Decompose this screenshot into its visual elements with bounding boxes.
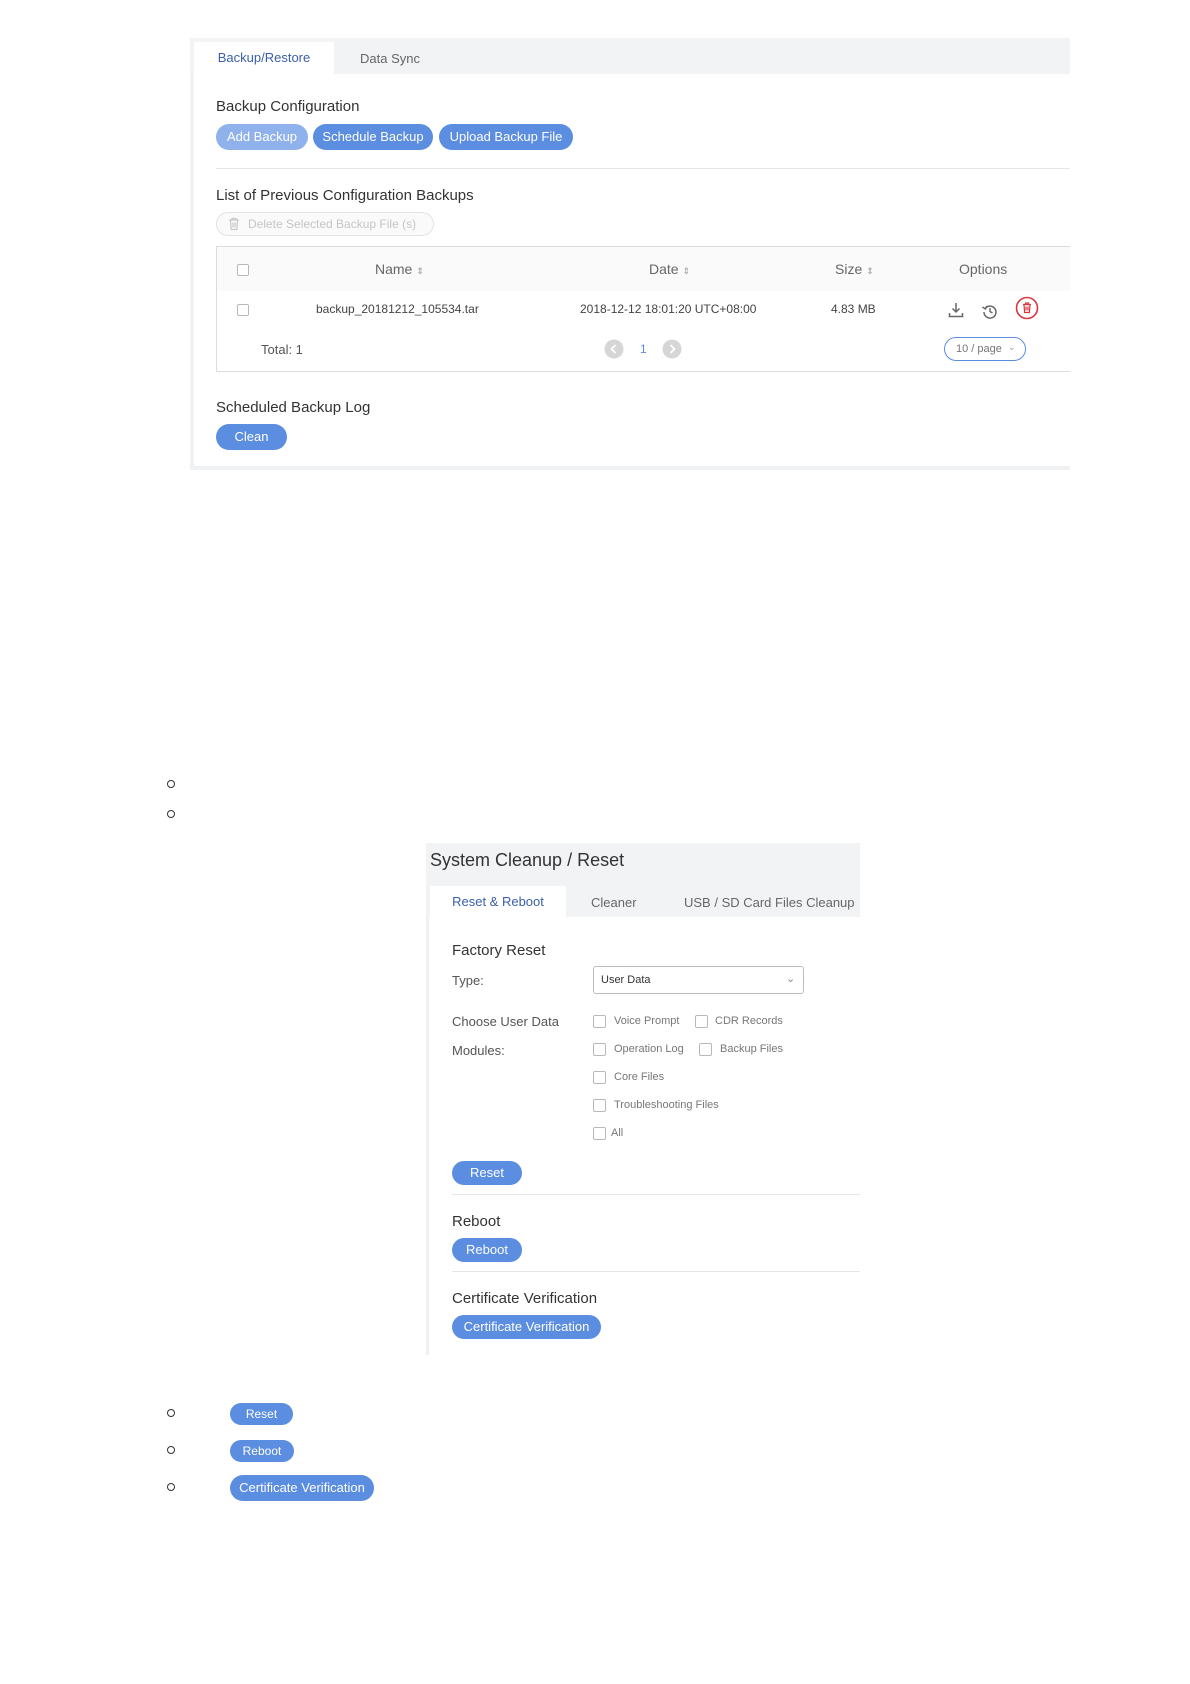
backup-configuration-title: Backup Configuration (216, 98, 360, 115)
upload-backup-file-button[interactable]: Upload Backup File (439, 124, 573, 150)
cdr-records-label: CDR Records (715, 1015, 783, 1027)
tab-usb-sd-cleanup[interactable]: USB / SD Card Files Cleanup (684, 895, 855, 910)
divider (452, 1271, 860, 1272)
list-bullet (167, 780, 175, 788)
scheduled-log-title: Scheduled Backup Log (216, 399, 371, 416)
download-icon[interactable] (947, 301, 965, 324)
tab-backup-restore[interactable]: Backup/Restore (194, 42, 334, 74)
list-bullet (167, 1446, 175, 1454)
type-select-value: User Data (601, 974, 651, 986)
certificate-verification-title: Certificate Verification (452, 1290, 598, 1307)
column-header-name-label: Name (375, 261, 413, 277)
list-bullet (167, 1409, 175, 1417)
tab-data-sync[interactable]: Data Sync (360, 51, 420, 66)
total-count: Total: 1 (261, 342, 303, 357)
troubleshooting-files-label: Troubleshooting Files (614, 1099, 719, 1111)
backup-name-cell: backup_20181212_105534.tar (316, 302, 479, 316)
reboot-title: Reboot (452, 1213, 501, 1230)
list-bullet (167, 1483, 175, 1491)
page-number[interactable]: 1 (640, 342, 647, 356)
column-header-options: Options (959, 261, 1008, 277)
column-header-date-label: Date (649, 261, 679, 277)
column-header-size[interactable]: Size ⇕ (835, 261, 874, 277)
reset-button-inline[interactable]: Reset (230, 1403, 293, 1425)
reboot-button[interactable]: Reboot (452, 1238, 522, 1262)
column-header-size-label: Size (835, 261, 863, 277)
reboot-button-inline[interactable]: Reboot (230, 1440, 294, 1462)
operation-log-checkbox[interactable] (593, 1043, 606, 1056)
next-page-icon[interactable] (662, 339, 682, 364)
backup-files-label: Backup Files (720, 1043, 783, 1055)
restore-history-icon[interactable] (981, 302, 999, 325)
sort-icon: ⇕ (416, 266, 424, 276)
sort-icon: ⇕ (866, 266, 874, 276)
certificate-verification-button-inline[interactable]: Certificate Verification (230, 1475, 374, 1501)
chevron-down-icon: ⌄ (786, 973, 796, 985)
tab-cleaner[interactable]: Cleaner (591, 895, 637, 910)
backup-size-cell: 4.83 MB (831, 302, 876, 316)
cdr-records-checkbox[interactable] (695, 1015, 708, 1028)
tab-reset-reboot[interactable]: Reset & Reboot (430, 886, 566, 917)
page-size-select[interactable]: 10 / page ⌄ (944, 337, 1026, 361)
certificate-verification-button[interactable]: Certificate Verification (452, 1315, 601, 1339)
backup-date-cell: 2018-12-12 18:01:20 UTC+08:00 (580, 302, 757, 316)
type-select[interactable]: User Data ⌄ (593, 966, 804, 994)
backup-files-checkbox[interactable] (699, 1043, 712, 1056)
voice-prompt-label: Voice Prompt (614, 1015, 680, 1027)
all-label: All (611, 1127, 624, 1139)
column-header-name[interactable]: Name ⇕ (375, 261, 424, 277)
all-checkbox[interactable] (593, 1127, 606, 1140)
list-bullet (167, 810, 175, 818)
schedule-backup-button[interactable]: Schedule Backup (313, 124, 433, 150)
table-header (217, 247, 1070, 291)
type-label: Type: (452, 973, 484, 988)
add-backup-button[interactable]: Add Backup (216, 124, 308, 150)
column-header-date[interactable]: Date ⇕ (649, 261, 690, 277)
sort-icon: ⇕ (682, 266, 691, 276)
delete-selected-label: Delete Selected Backup File (s) (248, 217, 417, 231)
operation-log-label: Operation Log (614, 1043, 684, 1055)
delete-selected-button[interactable]: Delete Selected Backup File (s) (216, 212, 434, 236)
reset-button[interactable]: Reset (452, 1161, 522, 1185)
clean-button[interactable]: Clean (216, 424, 287, 450)
table-row: backup_20181212_105534.tar 2018-12-12 18… (217, 291, 1070, 331)
core-files-label: Core Files (614, 1071, 665, 1083)
divider (452, 1194, 860, 1195)
core-files-checkbox[interactable] (593, 1071, 606, 1084)
select-all-checkbox[interactable] (237, 264, 249, 276)
previous-backups-title: List of Previous Configuration Backups (216, 187, 474, 204)
divider (216, 168, 1070, 169)
system-cleanup-title: System Cleanup / Reset (430, 850, 625, 870)
voice-prompt-checkbox[interactable] (593, 1015, 606, 1028)
row-checkbox[interactable] (237, 304, 249, 316)
modules-label-line2: Modules: (452, 1043, 505, 1058)
modules-label-line1: Choose User Data (452, 1014, 559, 1029)
delete-icon[interactable] (1015, 296, 1039, 325)
page-size-value: 10 / page (956, 343, 1002, 355)
trash-icon (227, 217, 241, 236)
chevron-down-icon: ⌄ (1008, 342, 1016, 352)
troubleshooting-files-checkbox[interactable] (593, 1099, 606, 1112)
factory-reset-title: Factory Reset (452, 942, 546, 959)
prev-page-icon[interactable] (604, 339, 624, 364)
